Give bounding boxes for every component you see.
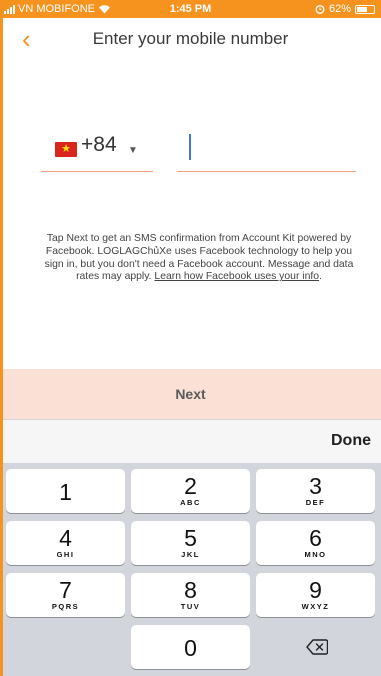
done-button[interactable]: Done: [331, 432, 371, 450]
app-screen: VN MOBIFONE 1:45 PM 62% ‹ Enter your mob…: [0, 0, 381, 676]
disclaimer-text: Tap Next to get an SMS confirmation from…: [44, 233, 354, 284]
backspace-icon: [306, 639, 328, 655]
numeric-keypad: 1 2 ABC 3 DEF 4 GHI 5 JKL 6 MNO 7 PQRS 8…: [0, 463, 381, 676]
keyboard-toolbar: Done: [0, 419, 381, 463]
key-7[interactable]: 7 PQRS: [6, 573, 125, 617]
key-8[interactable]: 8 TUV: [131, 573, 250, 617]
battery-icon: [355, 4, 375, 14]
nav-bar: ‹ Enter your mobile number: [0, 18, 381, 62]
text-cursor: [189, 134, 191, 160]
key-9[interactable]: 9 WXYZ: [256, 573, 375, 617]
country-code-selector[interactable]: ★ +84 ▼: [41, 127, 153, 172]
key-3[interactable]: 3 DEF: [256, 469, 375, 513]
key-6[interactable]: 6 MNO: [256, 521, 375, 565]
learn-more-link[interactable]: Learn how Facebook uses your info: [154, 271, 319, 282]
vietnam-flag-icon: ★: [55, 142, 77, 157]
battery-percent: 62%: [328, 3, 351, 15]
key-2[interactable]: 2 ABC: [131, 469, 250, 513]
key-1[interactable]: 1: [6, 469, 125, 513]
disclaimer-suffix: .: [319, 271, 322, 283]
key-blank: [6, 625, 125, 669]
alarm-icon: [315, 5, 325, 14]
page-title: Enter your mobile number: [92, 29, 289, 48]
country-code: +84: [81, 133, 117, 156]
caret-down-icon: ▼: [128, 145, 138, 156]
screen-edge-accent: [0, 0, 3, 676]
key-5[interactable]: 5 JKL: [131, 521, 250, 565]
phone-number-input[interactable]: [177, 127, 356, 172]
status-bar: VN MOBIFONE 1:45 PM 62%: [0, 0, 381, 18]
key-4[interactable]: 4 GHI: [6, 521, 125, 565]
key-0[interactable]: 0: [131, 625, 250, 669]
next-button[interactable]: Next: [0, 369, 381, 419]
delete-key[interactable]: [256, 625, 375, 669]
